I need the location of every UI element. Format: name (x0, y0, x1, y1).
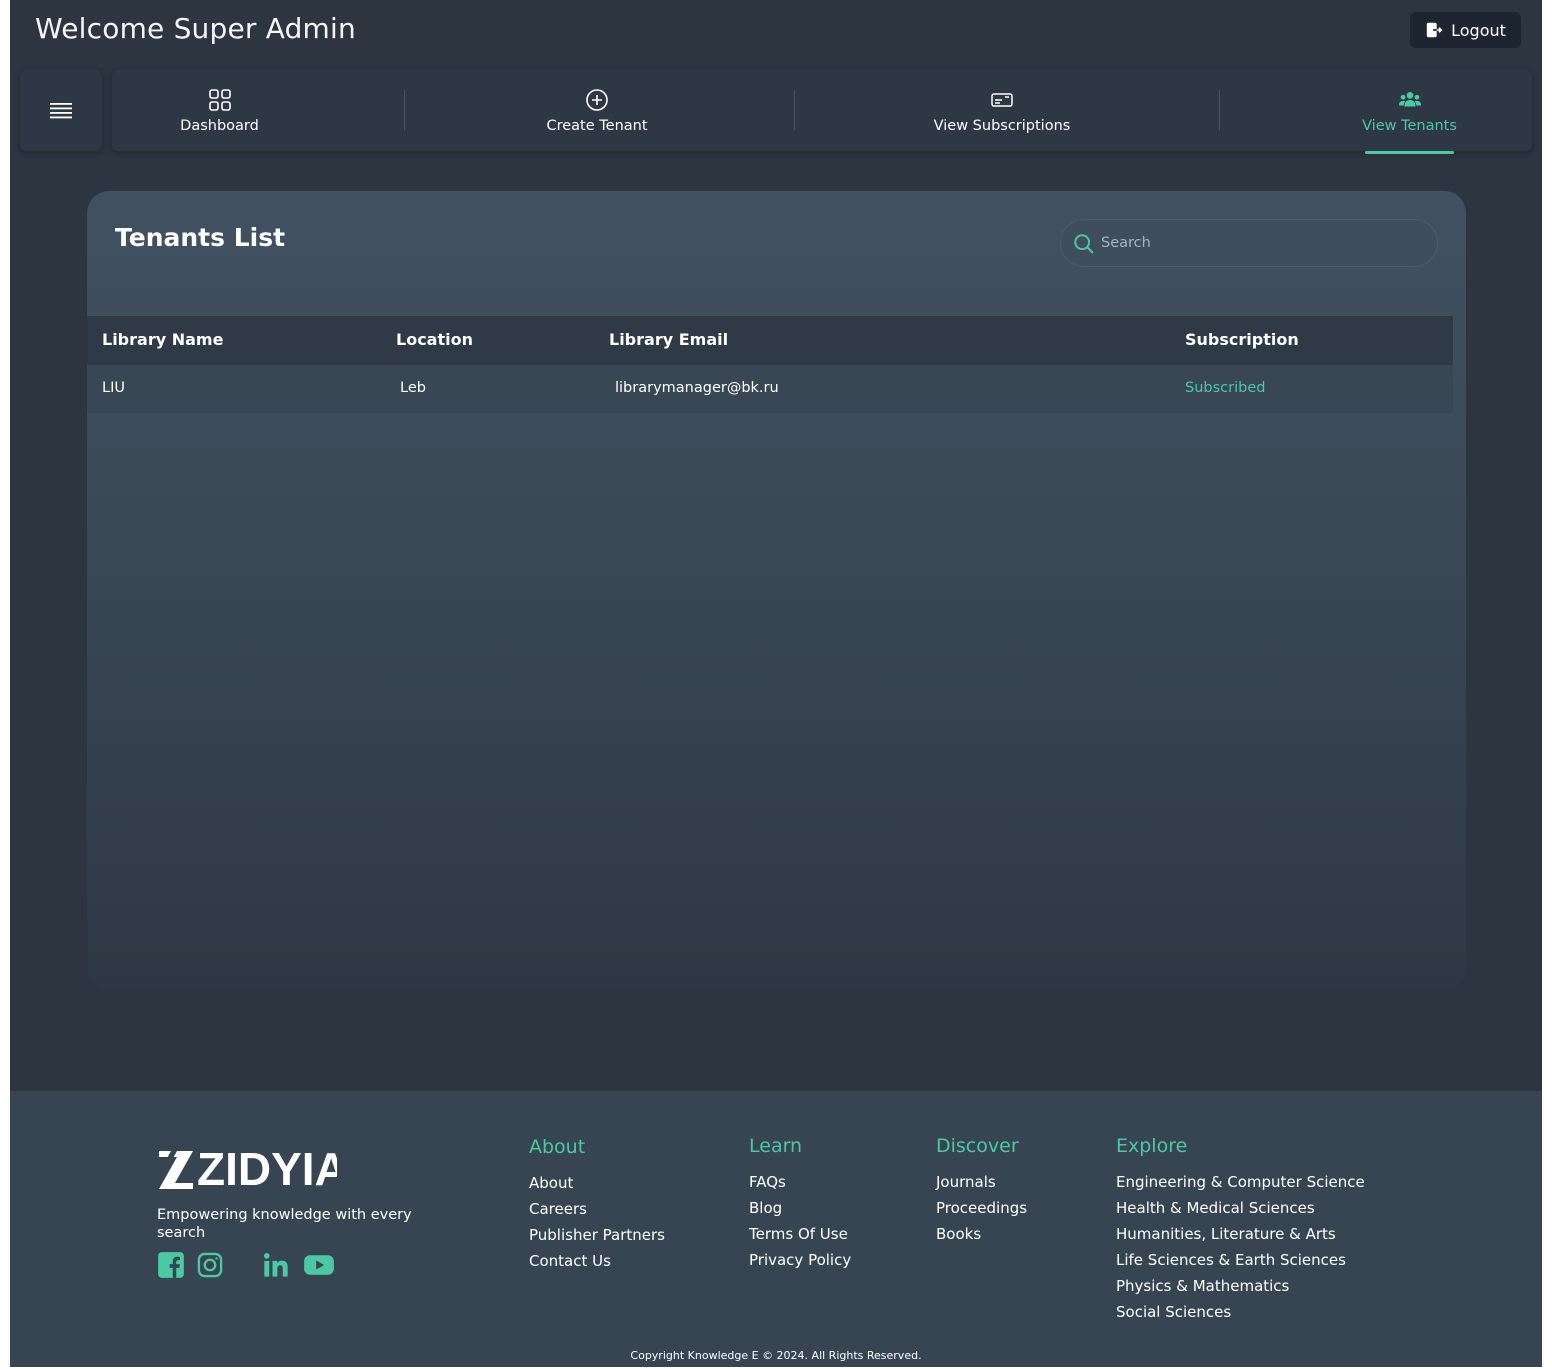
footer-heading-discover: Discover (936, 1135, 1019, 1157)
nav-divider (404, 90, 405, 130)
footer-heading-learn: Learn (749, 1135, 803, 1157)
footer-link-proceedings[interactable]: Proceedings (936, 1195, 1027, 1221)
youtube-icon[interactable] (303, 1251, 335, 1279)
logo-wordmark: ZIDYIA (197, 1145, 337, 1191)
column-header-subscription[interactable]: Subscription (1185, 330, 1299, 349)
logout-button[interactable]: Logout (1410, 12, 1521, 48)
nav-view-subscriptions[interactable]: View Subscriptions (917, 70, 1087, 151)
footer-link-careers[interactable]: Careers (529, 1196, 665, 1222)
footer-link-privacy-policy[interactable]: Privacy Policy (749, 1247, 851, 1273)
footer-column-learn: Learn FAQs Blog Terms Of Use Privacy Pol… (749, 1135, 851, 1273)
footer-heading-explore: Explore (1116, 1135, 1188, 1157)
footer-column-discover: Discover Journals Proceedings Books (936, 1135, 1027, 1247)
copyright-text: Copyright Knowledge E © 2024. All Rights… (630, 1349, 922, 1362)
cell-library-email: librarymanager@bk.ru (615, 380, 779, 396)
welcome-title: Welcome Super Admin (35, 12, 356, 45)
menu-toggle-button[interactable] (20, 70, 102, 151)
dashboard-grid-icon (208, 88, 231, 111)
card-icon (991, 92, 1013, 107)
footer-column-about: About About Careers Publisher Partners C… (529, 1136, 665, 1274)
nav-view-subscriptions-label: View Subscriptions (933, 117, 1071, 134)
app-root: Welcome Super Admin Logout Dashboard Cre… (10, 0, 1542, 1367)
main-nav: Dashboard Create Tenant View Subscriptio… (112, 70, 1532, 154)
cell-library-name: LIU (102, 380, 125, 396)
nav-dashboard-label: Dashboard (180, 117, 259, 134)
table-header: Library Name Location Library Email Subs… (87, 316, 1453, 365)
footer-link-publisher-partners[interactable]: Publisher Partners (529, 1222, 665, 1248)
footer-link-about[interactable]: About (529, 1170, 665, 1196)
nav-divider (1219, 90, 1220, 130)
column-header-location[interactable]: Location (396, 330, 473, 349)
column-header-library-name[interactable]: Library Name (102, 330, 223, 349)
footer-link-terms-of-use[interactable]: Terms Of Use (749, 1221, 851, 1247)
linkedin-icon[interactable] (262, 1251, 290, 1279)
tenants-table: Library Name Location Library Email Subs… (87, 316, 1453, 413)
footer-link-humanities[interactable]: Humanities, Literature & Arts (1116, 1221, 1365, 1247)
page-title: Tenants List (115, 223, 286, 252)
facebook-icon[interactable] (157, 1251, 185, 1279)
footer-column-explore: Explore Engineering & Computer Science H… (1116, 1135, 1365, 1325)
column-header-library-email[interactable]: Library Email (609, 330, 728, 349)
instagram-icon[interactable] (196, 1251, 224, 1279)
nav-view-tenants[interactable]: View Tenants (1352, 70, 1467, 151)
footer-link-blog[interactable]: Blog (749, 1195, 851, 1221)
plus-circle-icon (586, 88, 608, 111)
hamburger-icon (50, 102, 72, 118)
active-tab-indicator (1365, 151, 1454, 154)
nav-divider (794, 90, 795, 130)
footer-tagline: Empowering knowledge with every search (157, 1207, 412, 1241)
table-row[interactable]: LIU Leb librarymanager@bk.ru Subscribed (87, 365, 1453, 413)
search-box (1060, 219, 1438, 267)
footer-link-books[interactable]: Books (936, 1221, 1027, 1247)
nav-create-tenant-label: Create Tenant (546, 117, 648, 134)
nav-view-tenants-label: View Tenants (1362, 117, 1457, 134)
footer-link-life-sciences[interactable]: Life Sciences & Earth Sciences (1116, 1247, 1365, 1273)
cell-location: Leb (400, 380, 426, 396)
footer-link-social-sciences[interactable]: Social Sciences (1116, 1299, 1365, 1325)
nav-dashboard[interactable]: Dashboard (152, 70, 287, 151)
footer-link-health[interactable]: Health & Medical Sciences (1116, 1195, 1365, 1221)
zidyia-logo[interactable]: ZIDYIA (157, 1145, 337, 1191)
cell-subscription-status: Subscribed (1185, 380, 1266, 396)
footer-link-physics[interactable]: Physics & Mathematics (1116, 1273, 1365, 1299)
footer-link-faqs[interactable]: FAQs (749, 1169, 851, 1195)
search-input[interactable] (1101, 220, 1421, 266)
tenants-card: Tenants List Library Name Location Libra… (87, 191, 1466, 990)
search-icon (1074, 234, 1094, 254)
footer-link-engineering[interactable]: Engineering & Computer Science (1116, 1169, 1365, 1195)
logout-label: Logout (1451, 20, 1506, 40)
site-footer: ZIDYIA Empowering knowledge with every s… (10, 1091, 1542, 1367)
footer-link-journals[interactable]: Journals (936, 1169, 1027, 1195)
footer-link-contact-us[interactable]: Contact Us (529, 1248, 665, 1274)
nav-create-tenant[interactable]: Create Tenant (522, 70, 672, 151)
logout-icon (1426, 22, 1443, 38)
users-icon (1398, 91, 1421, 106)
footer-heading-about: About (529, 1136, 586, 1158)
